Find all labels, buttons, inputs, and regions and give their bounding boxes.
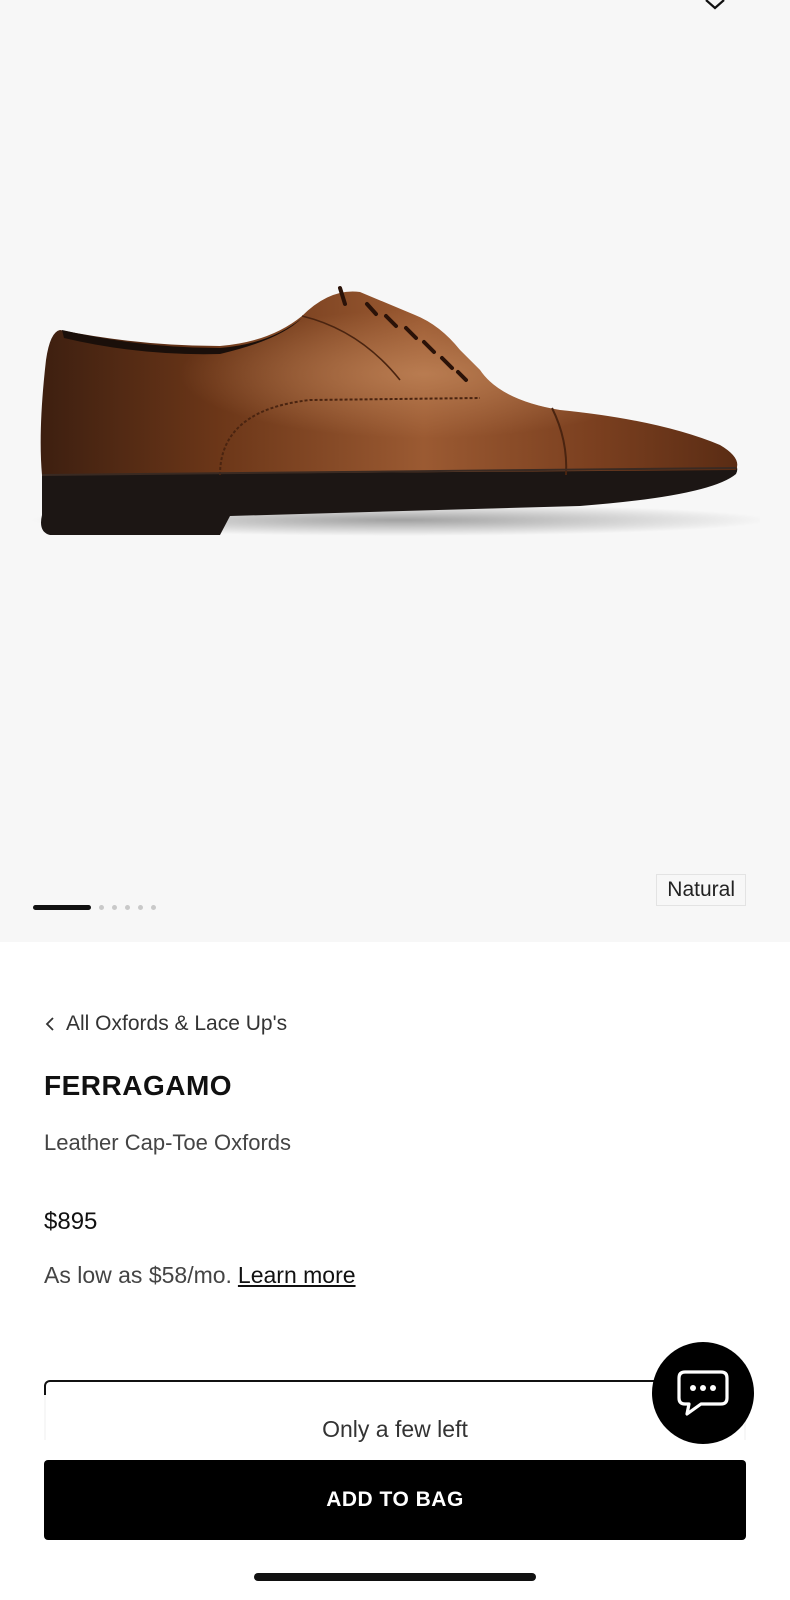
pager-dot[interactable] — [99, 904, 104, 910]
variant-label: Natural — [656, 874, 746, 906]
product-image — [20, 270, 770, 570]
pager-indicator-active[interactable] — [33, 904, 91, 910]
add-to-bag-button[interactable]: ADD TO BAG — [44, 1460, 746, 1540]
product-price: $895 — [44, 1208, 98, 1235]
chat-bubble-icon — [677, 1370, 729, 1416]
pager-dot[interactable] — [151, 904, 156, 910]
product-page: Natural All Oxfords & Lace Up's FERRAGAM… — [0, 0, 790, 1600]
pager-dot[interactable] — [125, 904, 130, 910]
image-pager[interactable] — [33, 903, 156, 911]
chat-button[interactable] — [652, 1342, 754, 1444]
product-name: Leather Cap-Toe Oxfords — [44, 1130, 292, 1155]
financing-text: As low as $58/mo. — [44, 1262, 232, 1288]
product-gallery[interactable]: Natural — [0, 0, 790, 942]
breadcrumb[interactable]: All Oxfords & Lace Up's — [44, 1012, 287, 1036]
product-brand[interactable]: FERRAGAMO — [44, 1070, 232, 1102]
home-indicator[interactable] — [254, 1573, 536, 1581]
chevron-left-icon — [45, 1017, 54, 1031]
learn-more-link[interactable]: Learn more — [238, 1262, 356, 1288]
pager-dot[interactable] — [112, 904, 117, 910]
financing-info: As low as $58/mo. Learn more — [44, 1262, 356, 1289]
chevron-down-icon[interactable] — [704, 0, 726, 10]
breadcrumb-label: All Oxfords & Lace Up's — [66, 1012, 288, 1035]
pager-dot[interactable] — [138, 904, 143, 910]
